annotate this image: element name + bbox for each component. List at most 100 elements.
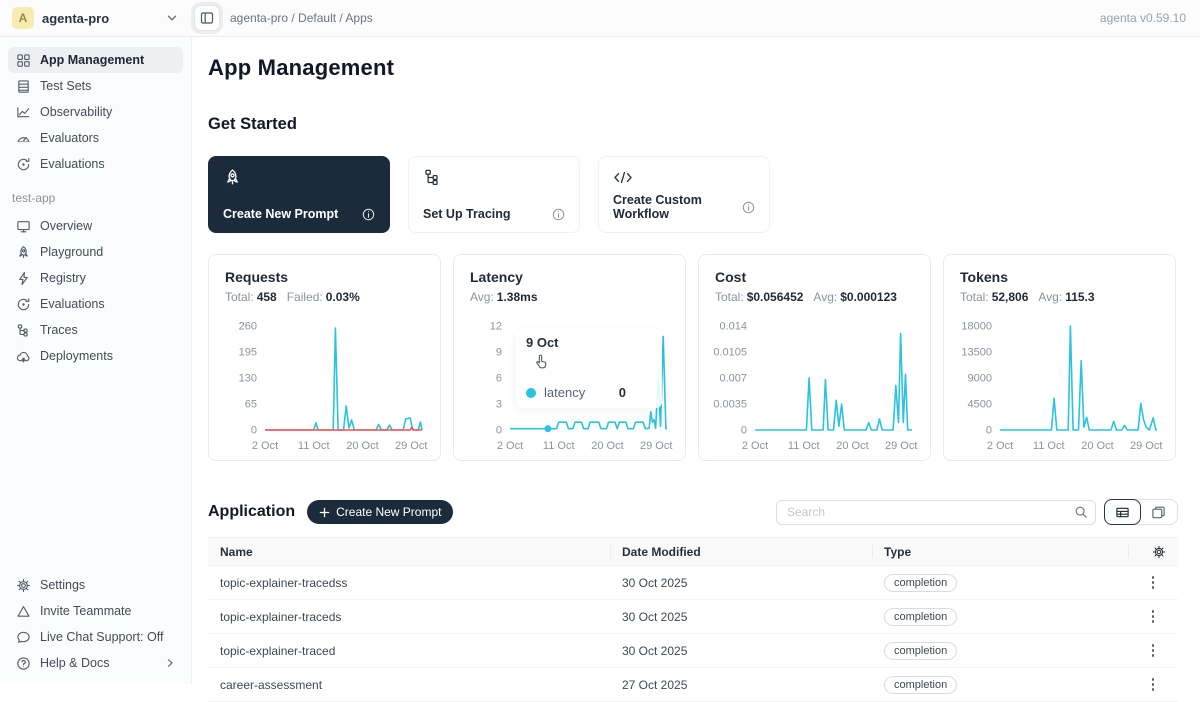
card-title: Requests <box>225 269 424 285</box>
app-name: topic-explainer-traced <box>208 644 610 658</box>
svg-text:0.0105: 0.0105 <box>713 347 747 359</box>
svg-text:29 Oct: 29 Oct <box>395 440 427 452</box>
svg-text:0: 0 <box>986 425 992 437</box>
sidebar-item-observability[interactable]: Observability <box>8 99 183 125</box>
sidebar-item-deployments[interactable]: Deployments <box>8 343 183 369</box>
app-date: 27 Oct 2025 <box>610 678 872 692</box>
tooltip-series-row: latency 0 <box>526 385 652 402</box>
app-date: 30 Oct 2025 <box>610 576 872 590</box>
search-icon[interactable] <box>1074 505 1088 519</box>
sidebar-item-overview[interactable]: Overview <box>8 213 183 239</box>
breadcrumb[interactable]: agenta-pro / Default / Apps <box>230 11 373 25</box>
table-row[interactable]: topic-explainer-traced 30 Oct 2025 compl… <box>208 634 1178 668</box>
series-value: 0 <box>619 385 626 400</box>
card-label: Set Up Tracing <box>423 207 511 221</box>
rocket-icon <box>16 245 31 260</box>
help-icon <box>16 656 31 671</box>
tooltip-date: 9 Oct <box>526 335 652 350</box>
column-settings-gear-icon[interactable] <box>1128 538 1178 565</box>
cloud-icon <box>16 349 31 364</box>
table-view-button[interactable] <box>1104 499 1141 525</box>
create-new-prompt-card[interactable]: Create New Prompt <box>208 156 390 233</box>
row-menu-kebab-icon[interactable] <box>1128 644 1178 657</box>
svg-text:29 Oct: 29 Oct <box>640 440 672 452</box>
svg-text:2 Oct: 2 Oct <box>742 440 768 452</box>
svg-text:20 Oct: 20 Oct <box>1081 440 1113 452</box>
table-row[interactable]: career-assessment 27 Oct 2025 completion <box>208 668 1178 702</box>
table-view-icon <box>1115 505 1130 520</box>
sidebar-item-settings[interactable]: Settings <box>8 572 183 598</box>
chat-icon <box>16 630 31 645</box>
sidebar-section-test-app: test-app <box>8 177 183 213</box>
svg-text:11 Oct: 11 Oct <box>1033 440 1065 452</box>
svg-text:11 Oct: 11 Oct <box>543 440 575 452</box>
type-badge: completion <box>884 676 957 694</box>
monitor-icon <box>16 219 31 234</box>
sidebar-item-label: Registry <box>40 271 86 285</box>
info-icon[interactable] <box>742 201 755 214</box>
top-header: A agenta-pro agenta-pro / Default / Apps… <box>0 0 1200 37</box>
column-header-name[interactable]: Name <box>208 538 610 565</box>
workspace-name: agenta-pro <box>42 11 109 26</box>
app-version: agenta v0.59.10 <box>1100 11 1186 25</box>
column-header-type[interactable]: Type <box>872 538 1128 565</box>
sidebar-item-evaluators[interactable]: Evaluators <box>8 125 183 151</box>
svg-text:2 Oct: 2 Oct <box>497 440 523 452</box>
app-name: topic-explainer-tracedss <box>208 576 610 590</box>
search-input[interactable] <box>776 500 1096 525</box>
sidebar-footer: Settings Invite Teammate Live Chat Suppo… <box>8 572 183 676</box>
cost-card: Cost Total:$0.056452 Avg:$0.000123 0.014… <box>698 254 931 461</box>
info-icon[interactable] <box>362 208 375 221</box>
create-custom-workflow-card[interactable]: Create Custom Workflow <box>598 156 770 233</box>
svg-text:0: 0 <box>741 425 747 437</box>
sidebar-item-app-management[interactable]: App Management <box>8 47 183 73</box>
row-menu-kebab-icon[interactable] <box>1128 678 1178 691</box>
sidebar-item-label: Observability <box>40 105 112 119</box>
requests-chart[interactable]: 2601951306502 Oct11 Oct20 Oct29 Oct <box>211 316 436 456</box>
row-menu-kebab-icon[interactable] <box>1128 610 1178 623</box>
svg-text:260: 260 <box>239 321 257 333</box>
sidebar-item-playground[interactable]: Playground <box>8 239 183 265</box>
gauge-icon <box>16 131 31 146</box>
svg-text:13500: 13500 <box>961 347 992 359</box>
workspace-avatar: A <box>12 7 34 29</box>
workspace-switcher[interactable]: A agenta-pro <box>0 7 178 29</box>
card-view-button[interactable] <box>1140 500 1177 524</box>
sidebar-item-invite-teammate[interactable]: Invite Teammate <box>8 598 183 624</box>
sidebar-item-evaluations-app[interactable]: Evaluations <box>8 291 183 317</box>
sidebar-item-evaluations[interactable]: Evaluations <box>8 151 183 177</box>
svg-text:2 Oct: 2 Oct <box>987 440 1013 452</box>
tokens-chart[interactable]: 18000135009000450002 Oct11 Oct20 Oct29 O… <box>946 316 1171 456</box>
tokens-card: Tokens Total:52,806 Avg:115.3 1800013500… <box>943 254 1176 461</box>
sidebar-item-test-sets[interactable]: Test Sets <box>8 73 183 99</box>
card-title: Latency <box>470 269 669 285</box>
svg-text:2 Oct: 2 Oct <box>252 440 278 452</box>
svg-text:29 Oct: 29 Oct <box>885 440 917 452</box>
sidebar-item-label: Invite Teammate <box>40 604 131 618</box>
info-icon[interactable] <box>552 208 565 221</box>
sidebar-item-live-chat[interactable]: Live Chat Support: Off <box>8 624 183 650</box>
svg-text:20 Oct: 20 Oct <box>836 440 868 452</box>
set-up-tracing-card[interactable]: Set Up Tracing <box>408 156 580 233</box>
sidebar-collapse-button[interactable] <box>194 5 220 31</box>
sidebar-item-help-docs[interactable]: Help & Docs <box>8 650 183 676</box>
application-bar: Application Create New Prompt <box>208 499 1178 525</box>
sidebar-item-registry[interactable]: Registry <box>8 265 183 291</box>
triangle-icon <box>16 604 31 619</box>
cost-chart[interactable]: 0.0140.01050.0070.003502 Oct11 Oct20 Oct… <box>701 316 926 456</box>
table-row[interactable]: topic-explainer-traceds 30 Oct 2025 comp… <box>208 600 1178 634</box>
sidebar-item-label: Test Sets <box>40 79 91 93</box>
sidebar-item-label: Settings <box>40 578 85 592</box>
table-row[interactable]: topic-explainer-tracedss 30 Oct 2025 com… <box>208 566 1178 600</box>
table-header: Name Date Modified Type <box>208 537 1178 566</box>
create-new-prompt-button[interactable]: Create New Prompt <box>307 500 453 524</box>
svg-text:29 Oct: 29 Oct <box>1130 440 1162 452</box>
sidebar-item-label: Traces <box>40 323 78 337</box>
line-chart-icon <box>16 105 31 120</box>
type-badge: completion <box>884 642 957 660</box>
page-title: App Management <box>208 55 394 81</box>
refresh-icon <box>16 297 31 312</box>
column-header-date-modified[interactable]: Date Modified <box>610 538 872 565</box>
sidebar-item-traces[interactable]: Traces <box>8 317 183 343</box>
row-menu-kebab-icon[interactable] <box>1128 576 1178 589</box>
